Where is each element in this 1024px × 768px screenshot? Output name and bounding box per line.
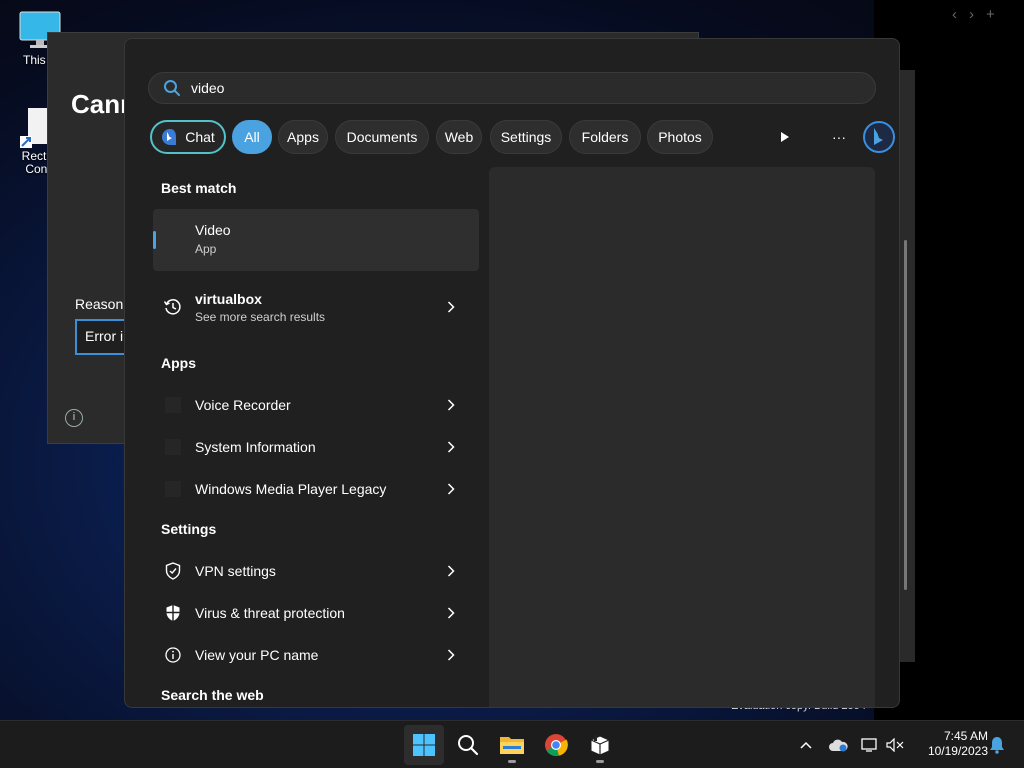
chevron-up-icon (800, 741, 812, 749)
app-icon (163, 437, 183, 457)
filter-photos[interactable]: Photos (647, 120, 713, 154)
clock-time: 7:45 AM (943, 729, 988, 743)
best-match-type: App (195, 242, 217, 256)
more-options-button[interactable]: ··· (822, 120, 856, 154)
package-app-button[interactable] (580, 725, 620, 765)
preview-pane (489, 167, 875, 707)
filter-all[interactable]: All (232, 120, 272, 154)
start-button[interactable] (404, 725, 444, 765)
notifications-button[interactable] (986, 721, 1008, 768)
app-system-information[interactable]: System Information (153, 427, 479, 467)
background-window-scrollbar-area (898, 70, 915, 662)
app-label: Voice Recorder (195, 397, 291, 413)
setting-label: VPN settings (195, 563, 276, 579)
chevron-right-icon[interactable] (439, 483, 463, 495)
filter-scroll-right[interactable] (768, 120, 802, 154)
chevron-right-icon[interactable] (439, 301, 463, 313)
defender-shield-icon (163, 603, 183, 623)
best-match-heading: Best match (161, 180, 237, 196)
search-icon (458, 735, 479, 756)
suggestion-virtualbox[interactable]: virtualbox See more search results (153, 287, 479, 327)
filter-folders[interactable]: Folders (569, 120, 641, 154)
search-icon (164, 80, 180, 96)
setting-view-pc-name[interactable]: View your PC name (153, 635, 479, 675)
forward-arrow-icon[interactable]: › (969, 6, 974, 23)
clock-date: 10/19/2023 (927, 744, 988, 758)
reason-label: Reason: (75, 296, 128, 312)
search-flyout: Chat All Apps Documents Web Settings Fol… (124, 38, 900, 708)
app-voice-recorder[interactable]: Voice Recorder (153, 385, 479, 425)
windows-logo-icon (413, 734, 435, 756)
chevron-right-icon[interactable] (439, 649, 463, 661)
best-match-result[interactable]: Video App (153, 209, 479, 271)
chevron-right-icon[interactable] (439, 399, 463, 411)
file-explorer-button[interactable] (492, 725, 532, 765)
back-arrow-icon[interactable]: ‹ (952, 6, 957, 23)
info-icon (163, 645, 183, 665)
speaker-muted-icon (886, 738, 904, 752)
running-indicator (596, 760, 604, 763)
play-icon (781, 132, 789, 142)
onedrive-tray-icon[interactable] (826, 721, 850, 768)
best-match-name: Video (195, 222, 231, 238)
setting-label: View your PC name (195, 647, 319, 663)
monitor-network-icon (861, 738, 877, 752)
info-icon[interactable]: i (65, 409, 83, 427)
filter-settings[interactable]: Settings (490, 120, 562, 154)
scrollbar[interactable] (904, 240, 907, 590)
network-tray-icon[interactable] (858, 721, 882, 768)
window-nav-controls: ‹ › + (952, 6, 995, 23)
app-label: System Information (195, 439, 316, 455)
new-tab-icon[interactable]: + (986, 6, 995, 23)
bing-button[interactable] (862, 120, 896, 154)
app-label: Windows Media Player Legacy (195, 481, 387, 497)
bell-icon (990, 737, 1004, 754)
setting-label: Virus & threat protection (195, 605, 345, 621)
volume-tray-icon[interactable] (884, 721, 906, 768)
filter-chat[interactable]: Chat (150, 120, 226, 154)
show-hidden-icons-button[interactable] (796, 721, 816, 768)
history-icon (163, 297, 183, 317)
filter-chat-label: Chat (185, 129, 215, 145)
taskbar-search-button[interactable] (448, 725, 488, 765)
cloud-icon (829, 739, 848, 752)
filter-chips: Chat All Apps Documents Web Settings Fol… (150, 120, 895, 154)
apps-heading: Apps (161, 355, 196, 371)
suggestion-text: virtualbox See more search results (195, 291, 439, 324)
bing-icon (863, 121, 895, 153)
app-windows-media-player-legacy[interactable]: Windows Media Player Legacy (153, 469, 479, 509)
search-web-heading: Search the web (161, 687, 264, 703)
chevron-right-icon[interactable] (439, 607, 463, 619)
chrome-icon (545, 734, 568, 757)
app-icon (163, 395, 183, 415)
selection-indicator (153, 231, 156, 249)
setting-virus-threat-protection[interactable]: Virus & threat protection (153, 593, 479, 633)
chevron-right-icon[interactable] (439, 441, 463, 453)
suggestion-name: virtualbox (195, 290, 262, 307)
filter-web[interactable]: Web (436, 120, 482, 154)
filter-apps[interactable]: Apps (278, 120, 328, 154)
settings-heading: Settings (161, 521, 217, 537)
shield-icon (163, 561, 183, 581)
setting-vpn[interactable]: VPN settings (153, 551, 479, 591)
running-indicator (508, 760, 516, 763)
app-icon (163, 479, 183, 499)
chevron-right-icon[interactable] (439, 565, 463, 577)
taskbar-clock[interactable]: 7:45 AM 10/19/2023 (912, 729, 988, 759)
search-input[interactable] (191, 80, 851, 96)
search-box[interactable] (148, 72, 876, 104)
suggestion-sub: See more search results (195, 309, 326, 324)
filter-documents[interactable]: Documents (335, 120, 429, 154)
chrome-button[interactable] (536, 725, 576, 765)
folder-icon (500, 737, 524, 754)
bing-chat-icon (162, 128, 177, 145)
package-box-icon (590, 735, 610, 756)
taskbar: 7:45 AM 10/19/2023 (0, 720, 1024, 768)
